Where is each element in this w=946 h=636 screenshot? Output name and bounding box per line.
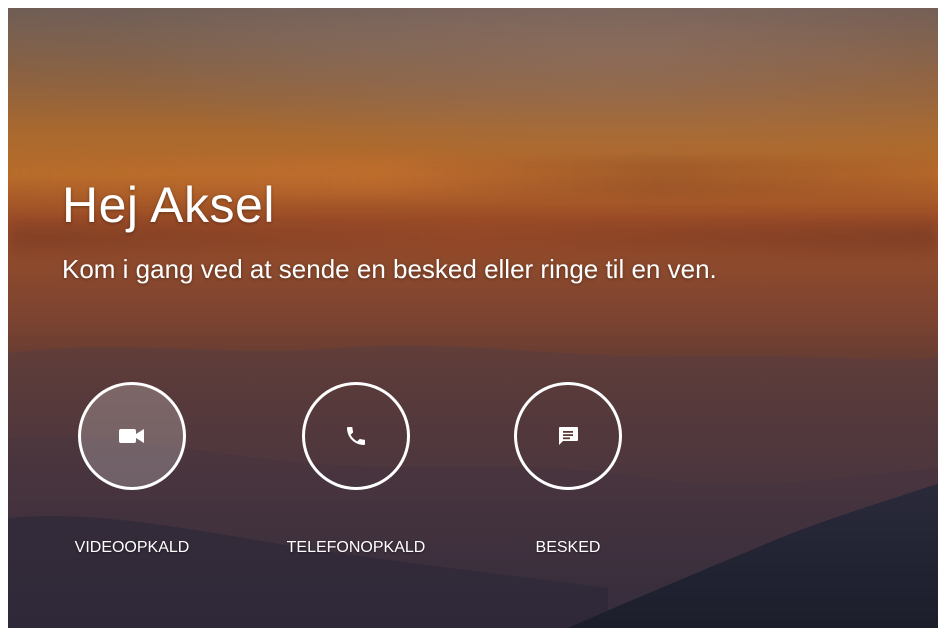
phone-icon [344, 424, 368, 448]
phone-call-label: TELEFONOPKALD [286, 539, 426, 556]
video-call-label: VIDEOOPKALD [74, 539, 190, 556]
welcome-screen: Hej Aksel Kom i gang ved at sende en bes… [8, 8, 938, 628]
message-action[interactable]: BESKED [468, 382, 668, 572]
video-call-button[interactable] [78, 382, 186, 490]
message-label: BESKED [535, 539, 601, 556]
message-icon [556, 424, 580, 448]
video-call-action[interactable]: VIDEOOPKALD [32, 382, 232, 572]
message-button[interactable] [514, 382, 622, 490]
greeting-title: Hej Aksel [62, 177, 275, 233]
phone-call-action[interactable]: TELEFONOPKALD [256, 382, 456, 572]
video-camera-icon [119, 427, 145, 445]
greeting-subtitle: Kom i gang ved at sende en besked eller … [62, 254, 717, 284]
phone-call-button[interactable] [302, 382, 410, 490]
